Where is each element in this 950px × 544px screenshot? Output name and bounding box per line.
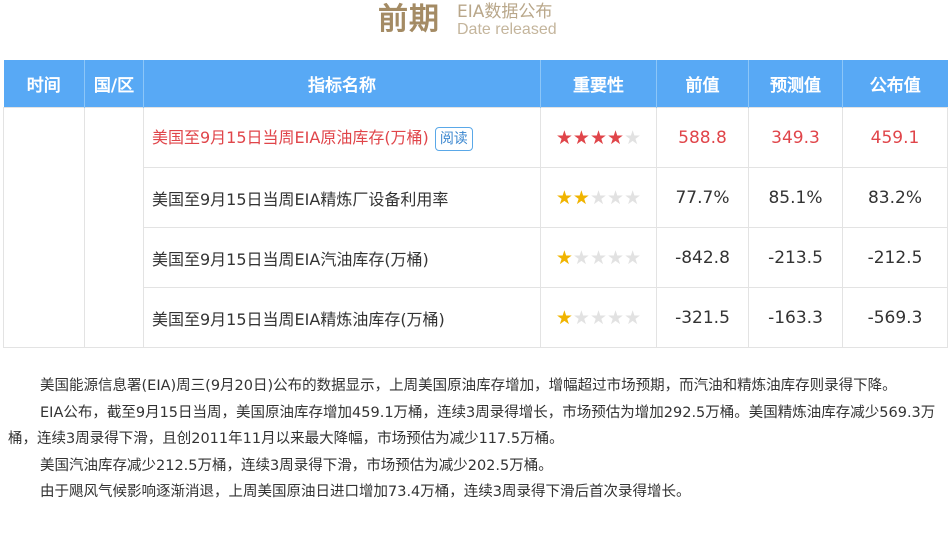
importance-cell: ★★★★★ [540,167,657,228]
table-header-row: 时间 国/区 指标名称 重要性 前值 预测值 公布值 [3,60,948,108]
forecast-value: -163.3 [748,287,843,348]
col-header-importance: 重要性 [540,60,657,108]
table-row: 美国至9月15日当周EIA精炼厂设备利用率 ★★★★★ 77.7% 85.1% … [4,167,948,228]
forecast-value: 349.3 [748,107,843,168]
star-rating: ★★★★★ [556,307,641,329]
star-empty-icon: ★ [607,246,625,269]
star-filled-icon: ★ [589,126,608,149]
actual-value: -212.5 [842,227,948,288]
previous-value: 77.7% [656,167,749,228]
star-filled-icon: ★ [555,306,573,329]
star-empty-icon: ★ [572,306,590,329]
star-empty-icon: ★ [589,246,608,269]
previous-value: -842.8 [656,227,749,288]
importance-cell: ★★★★★ [540,107,657,168]
star-empty-icon: ★ [624,306,642,329]
col-header-region: 国/区 [84,60,144,108]
star-empty-icon: ★ [624,126,642,149]
star-filled-icon: ★ [555,186,573,209]
indicator-name: 美国至9月15日当周EIA精炼油库存(万桶) [143,287,541,348]
article-body: 美国能源信息署(EIA)周三(9月20日)公布的数据显示，上周美国原油库存增加，… [8,373,943,506]
article-paragraph: EIA公布，截至9月15日当周，美国原油库存增加459.1万桶，连续3周录得增长… [8,404,936,448]
col-header-actual: 公布值 [842,60,948,108]
article-paragraph: 美国能源信息署(EIA)周三(9月20日)公布的数据显示，上周美国原油库存增加，… [40,378,897,394]
star-empty-icon: ★ [624,186,642,209]
indicator-name: 美国至9月15日当周EIA汽油库存(万桶) [143,227,541,288]
indicator-name: 美国至9月15日当周EIA精炼厂设备利用率 [143,167,541,228]
star-empty-icon: ★ [624,246,642,269]
star-empty-icon: ★ [607,186,625,209]
article-paragraph: 由于飓风气候影响逐渐消退，上周美国原油日进口增加73.4万桶，连续3周录得下滑后… [40,484,691,500]
region-cell [84,107,144,348]
col-header-indicator: 指标名称 [143,60,541,108]
section-title: 前期 [378,2,440,37]
star-filled-icon: ★ [572,126,590,149]
importance-cell: ★★★★★ [540,287,657,348]
section-header: 前期 EIA数据公布 Date released [0,0,950,60]
star-filled-icon: ★ [555,246,573,269]
eia-data-table: 时间 国/区 指标名称 重要性 前值 预测值 公布值 美国至9月15日当周EIA… [3,60,948,348]
col-header-time: 时间 [3,60,85,108]
star-rating: ★★★★★ [556,127,641,149]
star-filled-icon: ★ [555,126,573,149]
actual-value: -569.3 [842,287,948,348]
article-paragraph: 美国汽油库存减少212.5万桶，连续3周录得下滑，市场预估为减少202.5万桶。 [40,457,553,474]
read-button[interactable]: 阅读 [434,126,473,151]
previous-value: 588.8 [656,107,749,168]
section-subtitle-en: Date released [457,21,557,38]
star-empty-icon: ★ [589,186,608,209]
forecast-value: 85.1% [748,167,843,228]
forecast-value: -213.5 [748,227,843,288]
indicator-name: 美国至9月15日当周EIA原油库存(万桶) [152,128,429,148]
star-rating: ★★★★★ [556,247,641,269]
col-header-forecast: 预测值 [748,60,843,108]
time-cell [3,107,85,348]
importance-cell: ★★★★★ [540,227,657,288]
star-empty-icon: ★ [572,246,590,269]
table-row: 美国至9月15日当周EIA汽油库存(万桶) ★★★★★ -842.8 -213.… [4,227,948,288]
table-row: 美国至9月15日当周EIA原油库存(万桶) 阅读 ★★★★★ 588.8 349.… [3,107,948,348]
star-empty-icon: ★ [607,306,625,329]
star-empty-icon: ★ [589,306,608,329]
actual-value: 459.1 [842,107,948,168]
previous-value: -321.5 [656,287,749,348]
indicator-name-cell: 美国至9月15日当周EIA原油库存(万桶) 阅读 [143,107,541,168]
section-subtitle-cn: EIA数据公布 [457,2,553,22]
actual-value: 83.2% [842,167,948,228]
table-row: 美国至9月15日当周EIA精炼油库存(万桶) ★★★★★ -321.5 -163… [4,287,948,348]
col-header-previous: 前值 [656,60,749,108]
star-filled-icon: ★ [607,126,625,149]
star-filled-icon: ★ [572,186,590,209]
star-rating: ★★★★★ [556,187,641,209]
